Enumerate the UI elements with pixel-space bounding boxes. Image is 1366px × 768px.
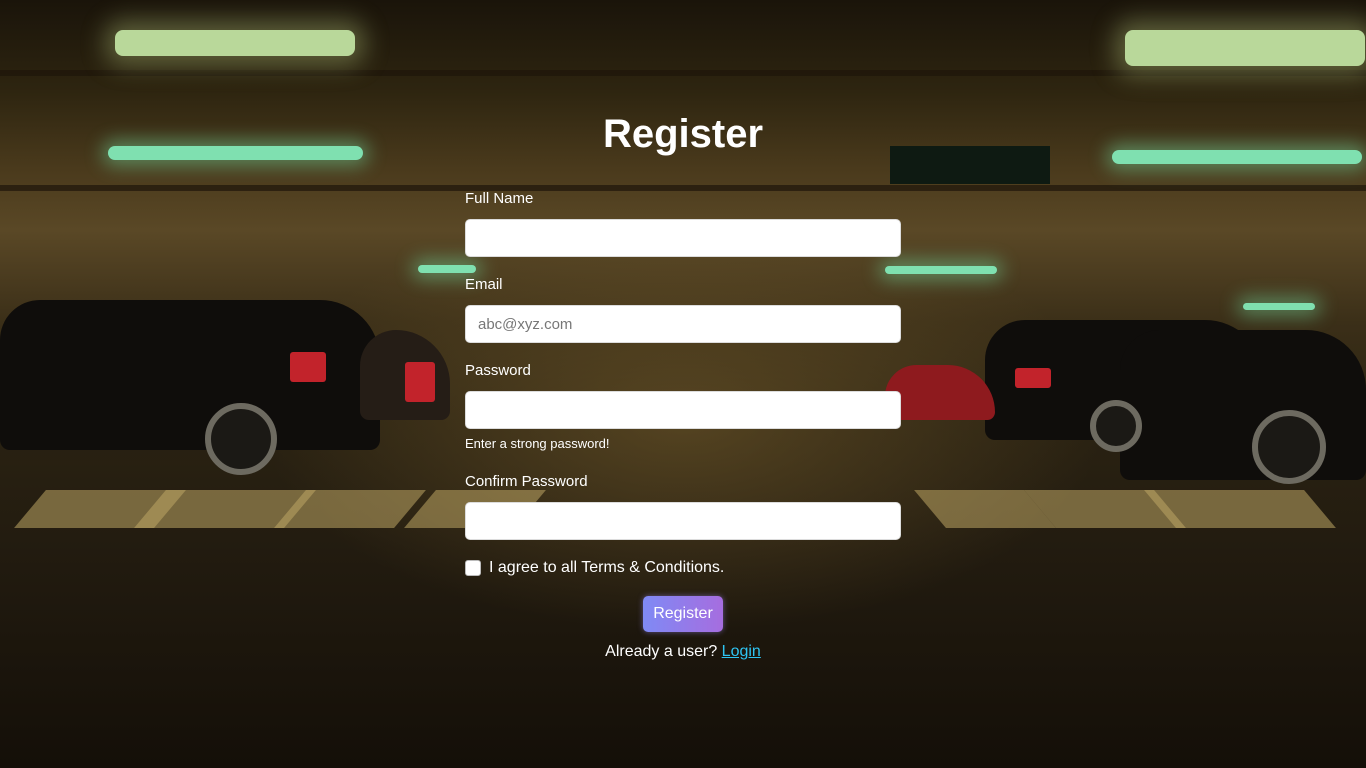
car-wheel (1252, 410, 1326, 484)
car-taillight (405, 362, 435, 402)
password-label: Password (465, 362, 531, 379)
car-taillight (1015, 368, 1051, 388)
exit-sign (890, 146, 1050, 184)
terms-row: I agree to all Terms & Conditions. (465, 559, 724, 577)
parked-car (885, 365, 995, 420)
login-link[interactable]: Login (722, 643, 761, 660)
terms-checkbox[interactable] (465, 560, 481, 576)
register-button[interactable]: Register (643, 596, 723, 632)
ceiling-beam (0, 185, 1366, 191)
ceiling-light (115, 30, 355, 56)
page-title: Register (602, 112, 764, 156)
ceiling-light (885, 266, 997, 274)
ceiling-light (1243, 303, 1315, 310)
terms-label: I agree to all Terms & Conditions. (489, 559, 725, 576)
login-prompt: Already a user? Login (465, 643, 901, 661)
email-input[interactable] (465, 305, 901, 343)
full-name-input[interactable] (465, 219, 901, 257)
ceiling-light (1125, 30, 1365, 66)
email-label: Email (465, 276, 503, 293)
login-prompt-text: Already a user? (605, 643, 718, 660)
password-hint: Enter a strong password! (465, 436, 610, 451)
ceiling-light (418, 265, 476, 273)
ceiling-light (1112, 150, 1362, 164)
ceiling-light (108, 146, 363, 160)
password-input[interactable] (465, 391, 901, 429)
full-name-label: Full Name (465, 190, 534, 207)
confirm-password-label: Confirm Password (465, 473, 588, 490)
crosswalk-stripe (1144, 490, 1336, 528)
parked-car (1120, 330, 1366, 480)
ceiling-beam (0, 70, 1366, 76)
car-wheel (1090, 400, 1142, 452)
car-wheel (205, 403, 277, 475)
confirm-password-input[interactable] (465, 502, 901, 540)
car-taillight (290, 352, 326, 382)
